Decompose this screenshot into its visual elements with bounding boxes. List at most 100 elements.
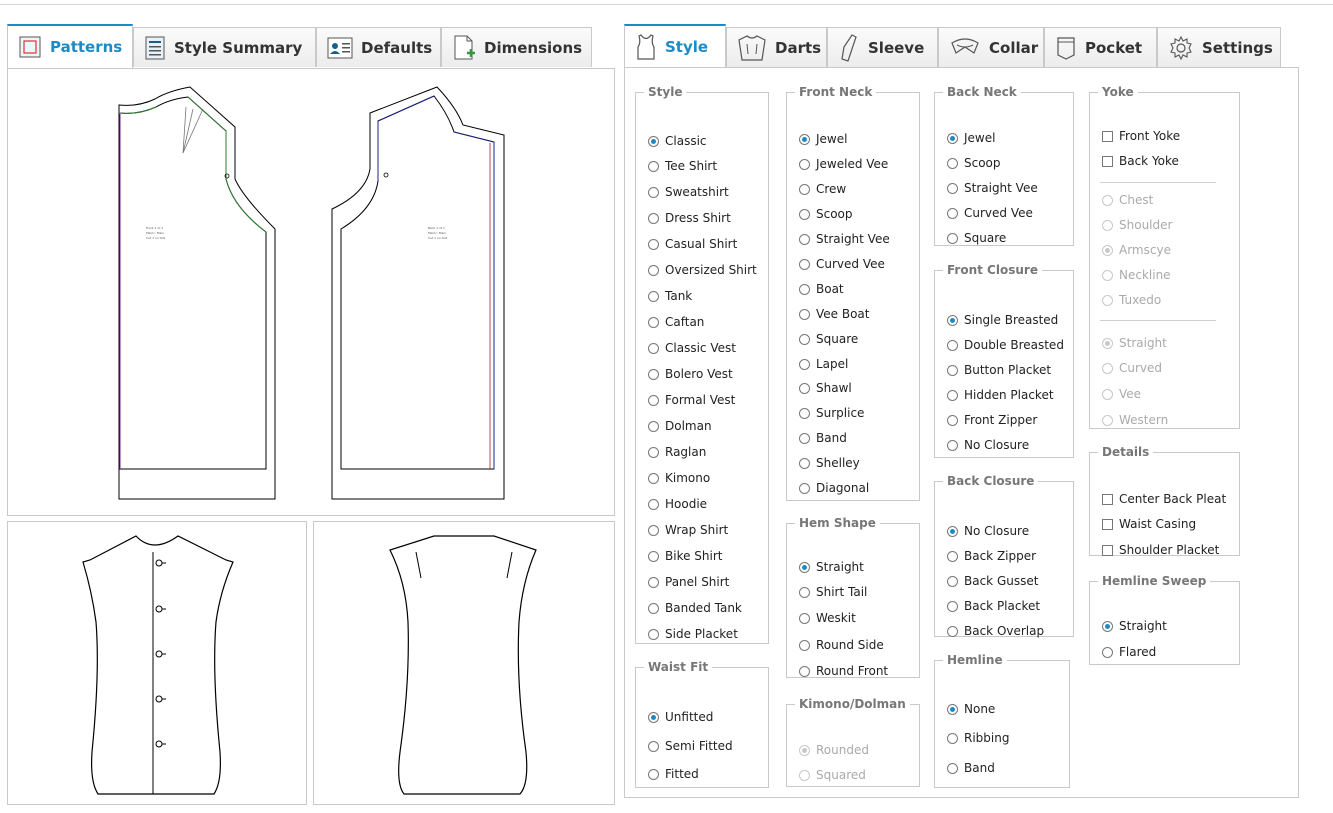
right-tab-settings[interactable]: Settings <box>1157 27 1281 67</box>
radio-button[interactable] <box>799 333 810 345</box>
radio-button[interactable] <box>799 358 810 370</box>
style-option-bolero-vest[interactable]: Bolero Vest <box>648 367 733 381</box>
radio-button[interactable] <box>799 457 810 469</box>
back-closure-option-no-closure[interactable]: No Closure <box>947 524 1029 538</box>
style-option-tank[interactable]: Tank <box>648 289 692 303</box>
style-option-kimono[interactable]: Kimono <box>648 471 710 485</box>
radio-button[interactable] <box>648 264 659 276</box>
back-neck-option-jewel[interactable]: Jewel <box>947 131 995 145</box>
front-neck-option-square[interactable]: Square <box>799 332 858 346</box>
right-tab-darts[interactable]: Darts <box>726 27 827 67</box>
right-tab-pocket[interactable]: Pocket <box>1044 27 1157 67</box>
front-neck-option-shelley[interactable]: Shelley <box>799 456 860 470</box>
back-closure-option-back-zipper[interactable]: Back Zipper <box>947 549 1036 563</box>
radio-button[interactable] <box>648 602 659 614</box>
radio-button[interactable] <box>799 665 810 677</box>
front-neck-option-crew[interactable]: Crew <box>799 182 846 196</box>
hemline-option-ribbing[interactable]: Ribbing <box>947 731 1009 745</box>
radio-button[interactable] <box>947 703 958 715</box>
front-neck-option-straight-vee[interactable]: Straight Vee <box>799 232 890 246</box>
style-option-panel-shirt[interactable]: Panel Shirt <box>648 575 729 589</box>
style-option-formal-vest[interactable]: Formal Vest <box>648 393 735 407</box>
hem-shape-option-shirt-tail[interactable]: Shirt Tail <box>799 585 867 599</box>
radio-button[interactable] <box>799 561 810 573</box>
radio-button[interactable] <box>799 432 810 444</box>
radio-button[interactable] <box>947 157 958 169</box>
style-option-casual-shirt[interactable]: Casual Shirt <box>648 237 737 251</box>
radio-button[interactable] <box>648 628 659 640</box>
radio-button[interactable] <box>799 258 810 270</box>
back-closure-option-back-placket[interactable]: Back Placket <box>947 599 1040 613</box>
radio-button[interactable] <box>648 342 659 354</box>
radio-button[interactable] <box>648 160 659 172</box>
style-option-raglan[interactable]: Raglan <box>648 445 706 459</box>
radio-button[interactable] <box>648 212 659 224</box>
hemline-sweep-option-flared[interactable]: Flared <box>1102 645 1156 659</box>
radio-button[interactable] <box>799 612 810 624</box>
style-option-classic-vest[interactable]: Classic Vest <box>648 341 736 355</box>
checkbox[interactable] <box>1102 155 1113 167</box>
style-option-side-placket[interactable]: Side Placket <box>648 627 738 641</box>
front-neck-option-boat[interactable]: Boat <box>799 282 844 296</box>
right-tab-collar[interactable]: Collar <box>938 27 1044 67</box>
radio-button[interactable] <box>648 711 659 723</box>
style-option-tee-shirt[interactable]: Tee Shirt <box>648 159 717 173</box>
radio-button[interactable] <box>947 575 958 587</box>
front-closure-option-front-zipper[interactable]: Front Zipper <box>947 413 1037 427</box>
radio-button[interactable] <box>799 407 810 419</box>
radio-button[interactable] <box>648 186 659 198</box>
radio-button[interactable] <box>799 233 810 245</box>
radio-button[interactable] <box>648 316 659 328</box>
style-option-classic[interactable]: Classic <box>648 134 707 148</box>
front-closure-option-button-placket[interactable]: Button Placket <box>947 363 1051 377</box>
radio-button[interactable] <box>947 600 958 612</box>
radio-button[interactable] <box>947 207 958 219</box>
radio-button[interactable] <box>799 158 810 170</box>
radio-button[interactable] <box>947 232 958 244</box>
radio-button[interactable] <box>947 389 958 401</box>
radio-button[interactable] <box>648 135 659 147</box>
style-option-wrap-shirt[interactable]: Wrap Shirt <box>648 523 728 537</box>
radio-button[interactable] <box>799 482 810 494</box>
hemline-sweep-option-straight[interactable]: Straight <box>1102 619 1167 633</box>
radio-button[interactable] <box>648 524 659 536</box>
hemline-option-none[interactable]: None <box>947 702 995 716</box>
style-option-hoodie[interactable]: Hoodie <box>648 497 707 511</box>
back-neck-option-scoop[interactable]: Scoop <box>947 156 1001 170</box>
style-option-dress-shirt[interactable]: Dress Shirt <box>648 211 731 225</box>
waist-fit-option-unfitted[interactable]: Unfitted <box>648 710 713 724</box>
radio-button[interactable] <box>1102 620 1113 632</box>
waist-fit-option-semi-fitted[interactable]: Semi Fitted <box>648 739 733 753</box>
radio-button[interactable] <box>648 238 659 250</box>
radio-button[interactable] <box>799 308 810 320</box>
radio-button[interactable] <box>799 133 810 145</box>
radio-button[interactable] <box>648 550 659 562</box>
radio-button[interactable] <box>947 414 958 426</box>
back-closure-option-back-gusset[interactable]: Back Gusset <box>947 574 1038 588</box>
radio-button[interactable] <box>947 762 958 774</box>
front-neck-option-surplice[interactable]: Surplice <box>799 406 864 420</box>
radio-button[interactable] <box>648 290 659 302</box>
waist-fit-option-fitted[interactable]: Fitted <box>648 767 699 781</box>
front-neck-option-scoop[interactable]: Scoop <box>799 207 853 221</box>
front-closure-option-no-closure[interactable]: No Closure <box>947 438 1029 452</box>
back-closure-option-back-overlap[interactable]: Back Overlap <box>947 624 1044 638</box>
left-tab-dimensions[interactable]: Dimensions <box>441 27 592 67</box>
radio-button[interactable] <box>947 182 958 194</box>
radio-button[interactable] <box>947 525 958 537</box>
front-closure-option-double-breasted[interactable]: Double Breasted <box>947 338 1064 352</box>
radio-button[interactable] <box>947 132 958 144</box>
front-neck-option-lapel[interactable]: Lapel <box>799 357 848 371</box>
radio-button[interactable] <box>648 576 659 588</box>
style-option-sweatshirt[interactable]: Sweatshirt <box>648 185 729 199</box>
radio-button[interactable] <box>799 382 810 394</box>
style-option-oversized-shirt[interactable]: Oversized Shirt <box>648 263 757 277</box>
style-option-dolman[interactable]: Dolman <box>648 419 712 433</box>
radio-button[interactable] <box>648 368 659 380</box>
left-tab-style-summary[interactable]: Style Summary <box>133 27 316 67</box>
checkbox[interactable] <box>1102 130 1113 142</box>
back-neck-option-square[interactable]: Square <box>947 231 1006 245</box>
radio-button[interactable] <box>1102 646 1113 658</box>
style-option-bike-shirt[interactable]: Bike Shirt <box>648 549 722 563</box>
front-neck-option-band[interactable]: Band <box>799 431 847 445</box>
